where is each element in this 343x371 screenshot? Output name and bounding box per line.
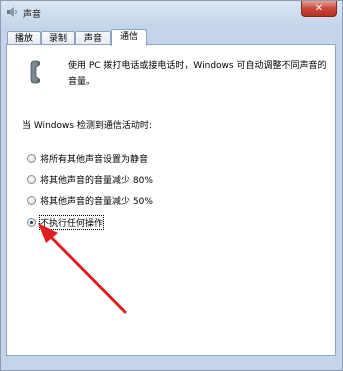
phone-icon xyxy=(30,60,42,87)
option-label: 将其他声音的音量减少 80% xyxy=(40,175,153,186)
radio-button[interactable] xyxy=(27,174,36,184)
window-title: 声音 xyxy=(23,10,42,20)
tab-sounds[interactable]: 声音 xyxy=(75,31,111,45)
close-icon: ✕ xyxy=(314,3,324,14)
option-reduce-80[interactable]: 将其他声音的音量减少 80% xyxy=(27,172,153,186)
radio-button[interactable] xyxy=(27,195,36,205)
title-bar[interactable]: 声音 ✕ xyxy=(1,1,342,25)
tab-communications[interactable]: 通信 xyxy=(111,29,147,46)
option-reduce-50[interactable]: 将其他声音的音量减少 50% xyxy=(27,193,153,207)
tab-strip: 播放 录制 声音 通信 xyxy=(7,29,337,46)
tab-playback[interactable]: 播放 xyxy=(7,31,41,45)
communications-description: 使用 PC 拨打电话或接电话时，Windows 可自动调整不同声音的音量。 xyxy=(68,61,327,87)
radio-button-selected[interactable] xyxy=(27,217,36,227)
detect-activity-label: 当 Windows 检测到通信活动时: xyxy=(22,121,152,131)
speaker-icon xyxy=(6,6,18,18)
option-mute-all[interactable]: 将所有其他声音设置为静音 xyxy=(27,151,148,165)
option-label: 将所有其他声音设置为静音 xyxy=(40,154,149,165)
radio-button[interactable] xyxy=(27,153,36,163)
close-button[interactable]: ✕ xyxy=(301,1,337,17)
option-label: 将其他声音的音量减少 50% xyxy=(40,196,153,207)
option-do-nothing[interactable]: 不执行任何操作 xyxy=(27,214,105,230)
option-label: 不执行任何操作 xyxy=(38,214,105,230)
tab-recording[interactable]: 录制 xyxy=(41,31,75,45)
